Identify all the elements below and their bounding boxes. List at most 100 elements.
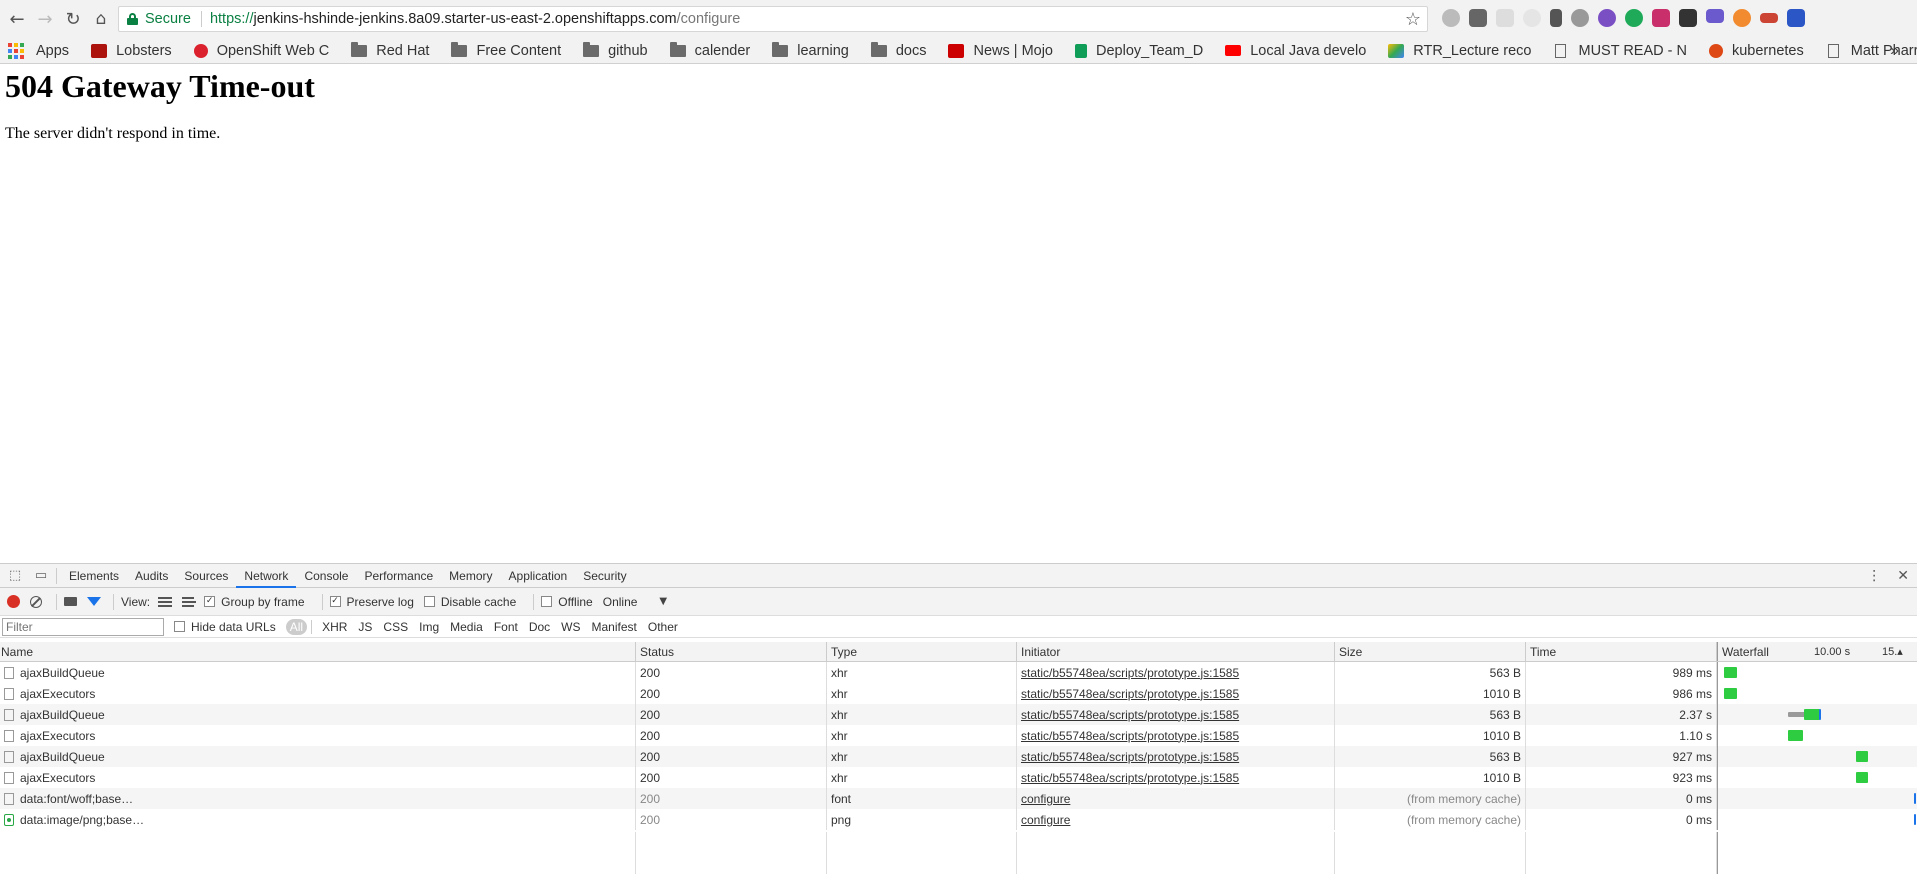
extension-icon[interactable] bbox=[1550, 9, 1562, 27]
filter-funnel-icon[interactable] bbox=[87, 597, 101, 606]
tab-network[interactable]: Network bbox=[236, 564, 297, 588]
extension-icon[interactable] bbox=[1442, 9, 1460, 27]
type-filter-manifest[interactable]: Manifest bbox=[592, 620, 637, 634]
table-row[interactable]: ajaxExecutors 200 xhr static/b55748ea/sc… bbox=[0, 683, 1917, 704]
waterfall-cell bbox=[1717, 662, 1917, 683]
tab-audits[interactable]: Audits bbox=[127, 564, 176, 587]
extension-icon[interactable] bbox=[1625, 9, 1643, 27]
bookmark-item[interactable]: github bbox=[577, 41, 648, 59]
type-filter-media[interactable]: Media bbox=[450, 620, 483, 634]
column-header-waterfall[interactable]: Waterfall 10.00 s 15.▴ bbox=[1717, 642, 1917, 661]
extension-icon[interactable] bbox=[1652, 9, 1670, 27]
column-header-type[interactable]: Type bbox=[827, 642, 1017, 661]
initiator-link[interactable]: static/b55748ea/scripts/prototype.js:158… bbox=[1021, 771, 1239, 785]
bookmark-item[interactable]: Free Content bbox=[445, 41, 561, 59]
extension-icon[interactable] bbox=[1571, 9, 1589, 27]
bookmark-item[interactable]: Lobsters bbox=[85, 43, 172, 59]
bookmark-item[interactable]: learning bbox=[766, 41, 849, 59]
screenshot-camera-icon[interactable] bbox=[64, 597, 77, 606]
bookmark-item[interactable]: docs bbox=[865, 41, 926, 59]
initiator-link[interactable]: configure bbox=[1021, 813, 1070, 827]
type-filter-other[interactable]: Other bbox=[648, 620, 678, 634]
extension-icon[interactable] bbox=[1523, 9, 1541, 27]
address-bar[interactable]: Secure https://jenkins-hshinde-jenkins.8… bbox=[118, 6, 1428, 32]
table-row[interactable]: ajaxExecutors 200 xhr static/b55748ea/sc… bbox=[0, 725, 1917, 746]
table-row[interactable]: ajaxBuildQueue 200 xhr static/b55748ea/s… bbox=[0, 746, 1917, 767]
inspect-element-icon[interactable]: ⬚ bbox=[2, 564, 28, 587]
empty-column bbox=[636, 832, 827, 874]
bookmark-item[interactable]: News | Mojo bbox=[942, 43, 1053, 59]
type-filter-font[interactable]: Font bbox=[494, 620, 518, 634]
type-filter-ws[interactable]: WS bbox=[561, 620, 580, 634]
bookmark-item[interactable]: RTR_Lecture reco bbox=[1382, 43, 1531, 59]
bookmark-item[interactable]: MUST READ - N bbox=[1547, 43, 1687, 59]
extension-icon[interactable] bbox=[1598, 9, 1616, 27]
table-row[interactable]: data:image/png;base… 200 png configure (… bbox=[0, 809, 1917, 830]
extension-icon[interactable] bbox=[1679, 9, 1697, 27]
network-table-header: Name Status Type Initiator Size Time Wat… bbox=[0, 642, 1917, 662]
table-row[interactable]: ajaxBuildQueue 200 xhr static/b55748ea/s… bbox=[0, 662, 1917, 683]
extension-icon[interactable] bbox=[1706, 9, 1724, 23]
tab-sources[interactable]: Sources bbox=[176, 564, 236, 587]
preserve-log-checkbox[interactable]: ✓ Preserve log bbox=[329, 595, 414, 609]
device-toolbar-icon[interactable]: ▭ bbox=[28, 564, 54, 587]
filter-input[interactable] bbox=[2, 617, 164, 636]
type-filter-js[interactable]: JS bbox=[358, 620, 372, 634]
extension-icon[interactable] bbox=[1469, 9, 1487, 27]
overview-icon[interactable] bbox=[182, 596, 197, 607]
initiator-link[interactable]: static/b55748ea/scripts/prototype.js:158… bbox=[1021, 729, 1239, 743]
extension-icon[interactable] bbox=[1733, 9, 1751, 27]
column-header-initiator[interactable]: Initiator bbox=[1017, 642, 1335, 661]
hide-data-urls-checkbox[interactable]: Hide data URLs bbox=[174, 620, 276, 634]
large-rows-icon[interactable] bbox=[158, 596, 173, 607]
column-header-size[interactable]: Size bbox=[1335, 642, 1526, 661]
record-icon[interactable] bbox=[7, 595, 20, 608]
extension-icon[interactable] bbox=[1787, 9, 1805, 27]
column-header-time[interactable]: Time bbox=[1526, 642, 1717, 661]
disable-cache-checkbox[interactable]: Disable cache bbox=[423, 595, 516, 609]
tab-console[interactable]: Console bbox=[296, 564, 356, 587]
bookmark-item[interactable]: kubernetes bbox=[1703, 43, 1804, 59]
tab-security[interactable]: Security bbox=[575, 564, 634, 587]
close-icon[interactable]: ✕ bbox=[1897, 568, 1909, 584]
throttling-select[interactable]: Online ▼ bbox=[603, 595, 667, 609]
column-header-status[interactable]: Status bbox=[636, 642, 827, 661]
column-header-name[interactable]: Name bbox=[0, 642, 636, 661]
tab-performance[interactable]: Performance bbox=[356, 564, 441, 587]
more-options-icon[interactable]: ⋮ bbox=[1867, 568, 1881, 584]
clear-icon[interactable] bbox=[30, 595, 42, 608]
type-filter-css[interactable]: CSS bbox=[383, 620, 408, 634]
bookmark-item[interactable]: Deploy_Team_D bbox=[1069, 43, 1203, 59]
initiator-link[interactable]: configure bbox=[1021, 792, 1070, 806]
home-button-icon[interactable]: ⌂ bbox=[90, 8, 112, 30]
table-row[interactable]: ajaxBuildQueue 200 xhr static/b55748ea/s… bbox=[0, 704, 1917, 725]
bookmark-item[interactable]: Matt Pharr - Goo bbox=[1820, 43, 1917, 59]
bookmark-item[interactable]: calender bbox=[664, 41, 750, 59]
bookmark-item[interactable]: Local Java develo bbox=[1219, 43, 1366, 59]
type-filter-doc[interactable]: Doc bbox=[529, 620, 550, 634]
type-filter-all[interactable]: All bbox=[285, 618, 308, 635]
tab-application[interactable]: Application bbox=[501, 564, 576, 587]
initiator-link[interactable]: static/b55748ea/scripts/prototype.js:158… bbox=[1021, 750, 1239, 764]
bookmark-star-icon[interactable]: ☆ bbox=[1405, 9, 1421, 30]
type-filter-img[interactable]: Img bbox=[419, 620, 439, 634]
tab-memory[interactable]: Memory bbox=[441, 564, 500, 587]
bookmark-item[interactable]: OpenShift Web C bbox=[188, 43, 329, 59]
initiator-link[interactable]: static/b55748ea/scripts/prototype.js:158… bbox=[1021, 687, 1239, 701]
bookmark-apps[interactable]: Apps bbox=[0, 42, 69, 59]
table-row[interactable]: data:font/woff;base… 200 font configure … bbox=[0, 788, 1917, 809]
tab-elements[interactable]: Elements bbox=[61, 564, 127, 587]
initiator-link[interactable]: static/b55748ea/scripts/prototype.js:158… bbox=[1021, 708, 1239, 722]
bookmarks-overflow-button[interactable]: » bbox=[1890, 42, 1899, 60]
extension-icon[interactable] bbox=[1760, 13, 1778, 23]
group-by-frame-checkbox[interactable]: ✓ Group by frame bbox=[204, 595, 305, 609]
forward-button-icon[interactable]: → bbox=[34, 8, 56, 30]
reload-button-icon[interactable]: ↻ bbox=[62, 8, 84, 30]
bookmark-item[interactable]: Red Hat bbox=[345, 41, 429, 59]
back-button-icon[interactable]: ← bbox=[6, 8, 28, 30]
extension-icon[interactable] bbox=[1496, 9, 1514, 27]
offline-checkbox[interactable]: Offline bbox=[541, 595, 593, 609]
initiator-link[interactable]: static/b55748ea/scripts/prototype.js:158… bbox=[1021, 666, 1239, 680]
table-row[interactable]: ajaxExecutors 200 xhr static/b55748ea/sc… bbox=[0, 767, 1917, 788]
type-filter-xhr[interactable]: XHR bbox=[322, 620, 347, 634]
